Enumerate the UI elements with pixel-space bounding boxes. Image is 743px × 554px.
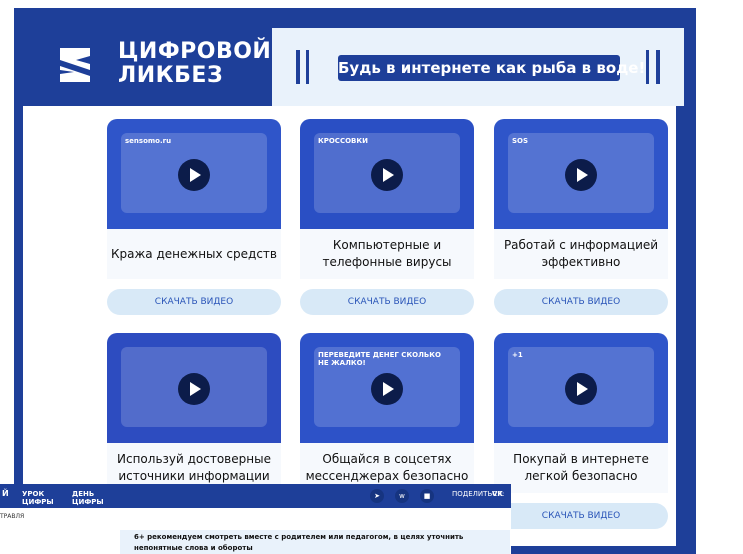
slogan-text: Будь в интернете как рыба в воде! (338, 55, 645, 81)
slogan-bar-left-1 (296, 50, 300, 84)
logo[interactable]: ЦИФРОВОЙ ЛИКБЕЗ (60, 40, 271, 100)
download-video-button[interactable]: СКАЧАТЬ ВИДЕО (494, 289, 668, 315)
video-card: КРОССОВКИ Компьютерные и телефонные вирус… (300, 119, 474, 315)
video-card: SOS Работай с информацией эффективно СКАЧА… (494, 119, 668, 315)
download-video-button[interactable]: СКАЧАТЬ ВИДЕО (494, 503, 668, 529)
play-icon[interactable] (178, 373, 210, 405)
thumbnail-caption: ПЕРЕВЕДИТЕ ДЕНЕГ СКОЛЬКО НЕ ЖАЛКО! (318, 351, 441, 367)
vk-share-icon[interactable]: w (395, 489, 409, 503)
play-icon[interactable] (371, 159, 403, 191)
video-thumbnail[interactable]: КРОССОВКИ (300, 119, 474, 229)
disclaimer-text: 6+ рекомендуем смотреть вместе с родител… (134, 533, 464, 552)
slogan-bar-right-2 (656, 50, 660, 84)
play-icon[interactable] (565, 373, 597, 405)
logo-text: ЦИФРОВОЙ ЛИКБЕЗ (118, 40, 271, 88)
video-title: Компьютерные и телефонные вирусы (300, 229, 474, 279)
bottom-nav-bar: Й УРОК ЦИФРЫ ДЕНЬ ЦИФРЫ ➤ w ■ ПОДЕЛИТЬСЯ… (0, 484, 511, 508)
bottom-left-fragment: Й (2, 489, 9, 498)
video-thumbnail[interactable]: SOS (494, 119, 668, 229)
logo-mark-icon (60, 48, 90, 82)
play-icon[interactable] (178, 159, 210, 191)
ok-share-icon[interactable]: ■ (420, 489, 434, 503)
thumbnail-caption: +1 (512, 351, 523, 359)
thumbnail-caption: КРОССОВКИ (318, 137, 368, 145)
play-icon[interactable] (371, 373, 403, 405)
slogan-bar-right-1 (646, 50, 649, 84)
age-disclaimer: 6+ рекомендуем смотреть вместе с родител… (120, 530, 510, 554)
video-title: Покупай в интернете легкой безопасно (494, 443, 668, 493)
download-video-button[interactable]: СКАЧАТЬ ВИДЕО (300, 289, 474, 315)
logo-line-1: ЦИФРОВОЙ (118, 39, 272, 64)
thumbnail-caption: sensomo.ru (125, 137, 172, 145)
play-icon[interactable] (565, 159, 597, 191)
den-cifry-logo[interactable]: ДЕНЬ ЦИФРЫ (72, 490, 122, 506)
video-thumbnail[interactable]: sensomo.ru (107, 119, 281, 229)
slogan-bar-left-2 (306, 50, 309, 84)
side-menu-item[interactable]: ТРАВЛЯ (0, 513, 24, 520)
video-thumbnail[interactable]: +1 (494, 333, 668, 443)
logo-line-2: ЛИКБЕЗ (118, 63, 224, 88)
video-title: Работай с информацией эффективно (494, 229, 668, 279)
download-video-button[interactable]: СКАЧАТЬ ВИДЕО (107, 289, 281, 315)
telegram-icon[interactable]: ➤ (370, 489, 384, 503)
video-thumbnail[interactable] (107, 333, 281, 443)
vk-link[interactable]: VK (492, 490, 503, 498)
slogan-banner: Будь в интернете как рыба в воде! (272, 28, 684, 106)
thumbnail-caption: SOS (512, 137, 529, 145)
urok-cifry-logo[interactable]: УРОК ЦИФРЫ (22, 490, 72, 506)
video-thumbnail[interactable]: ПЕРЕВЕДИТЕ ДЕНЕГ СКОЛЬКО НЕ ЖАЛКО! (300, 333, 474, 443)
video-card: sensomo.ru Кража денежных средств СКАЧАТЬ … (107, 119, 281, 315)
video-title: Кража денежных средств (107, 229, 281, 279)
video-card: +1 Покупай в интернете легкой безопасно СК… (494, 333, 668, 529)
